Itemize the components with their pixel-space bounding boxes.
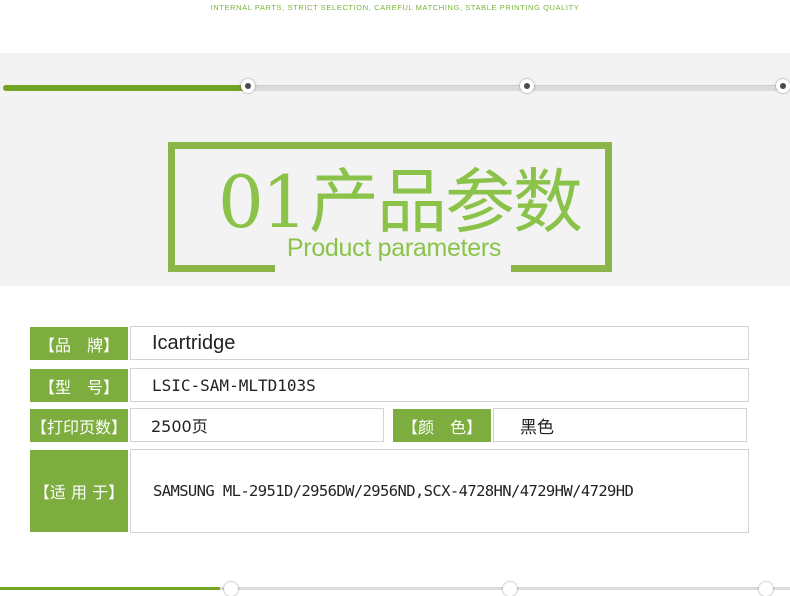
next-progress-step-1[interactable] xyxy=(224,582,238,596)
section-title-en: Product parameters xyxy=(286,234,502,262)
section-number: 01 xyxy=(218,160,308,244)
brand-label: 【品 牌】 xyxy=(30,327,128,360)
color-value-cell: 黑色 xyxy=(493,408,747,442)
model-value-cell: LSIC-SAM-MLTD103S xyxy=(130,368,749,402)
color-label: 【颜 色】 xyxy=(393,409,491,442)
color-value: 黑色 xyxy=(520,417,554,438)
compat-value: SAMSUNG ML-2951D/2956DW/2956ND,SCX-4728H… xyxy=(153,482,634,500)
brand-value: Icartridge xyxy=(152,331,236,354)
tagline: INTERNAL PARTS, STRICT SELECTION, CAREFU… xyxy=(210,3,580,12)
pages-value-cell: 2500页 xyxy=(130,408,384,442)
progress-fill xyxy=(3,85,248,91)
progress-step-1[interactable] xyxy=(241,79,255,93)
brand-value-cell: Icartridge xyxy=(130,326,749,360)
compat-value-cell: SAMSUNG ML-2951D/2956DW/2956ND,SCX-4728H… xyxy=(130,449,749,533)
model-label: 【型 号】 xyxy=(30,369,128,402)
section-title-cn: 产品参数 xyxy=(309,161,583,243)
model-value: LSIC-SAM-MLTD103S xyxy=(152,375,316,395)
pages-label: 【打印页数】 xyxy=(30,409,128,442)
pages-value: 2500页 xyxy=(151,417,208,436)
next-progress-step-2[interactable] xyxy=(503,582,517,596)
next-progress-step-3[interactable] xyxy=(759,582,773,596)
progress-step-2[interactable] xyxy=(520,79,534,93)
progress-step-3[interactable] xyxy=(776,79,790,93)
progress-track xyxy=(3,85,785,91)
compat-label: 【适 用 于】 xyxy=(30,450,128,532)
